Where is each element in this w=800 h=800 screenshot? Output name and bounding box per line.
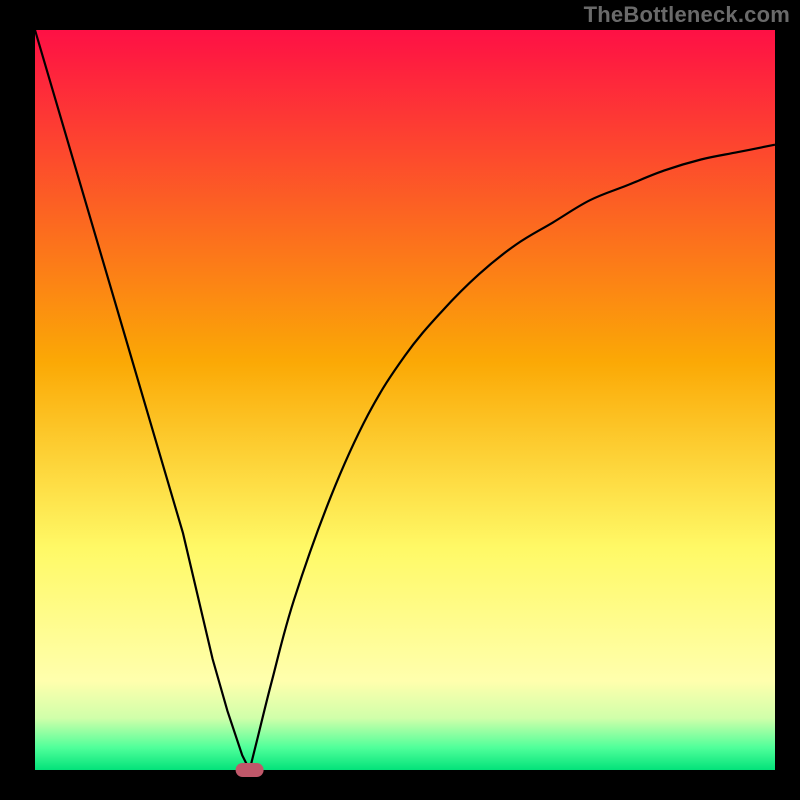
minimum-marker: [236, 763, 264, 777]
plot-background: [35, 30, 775, 770]
watermark-text: TheBottleneck.com: [584, 2, 790, 28]
chart-frame: TheBottleneck.com: [0, 0, 800, 800]
bottleneck-chart: [0, 0, 800, 800]
